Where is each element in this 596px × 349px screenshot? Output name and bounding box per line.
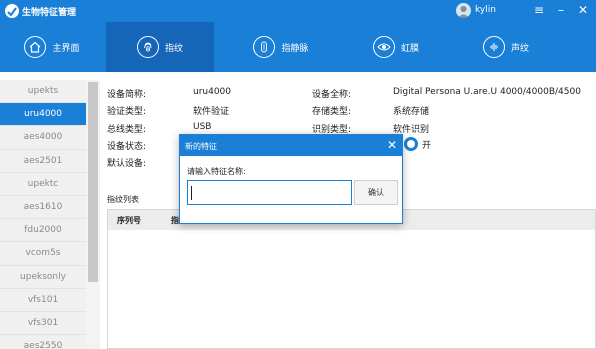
- user-name[interactable]: kylin: [475, 5, 496, 15]
- device-name-label: 设备简称:: [107, 90, 147, 100]
- confirm-button[interactable]: 确认: [354, 180, 398, 205]
- app-title: 生物特征管理: [22, 8, 77, 18]
- device-list-item[interactable]: uru4000: [0, 103, 86, 127]
- device-list-item[interactable]: vcom5s: [0, 242, 86, 266]
- main-nav: 主界面 指纹 指静脉 虹膜 声纹: [0, 22, 596, 72]
- device-status-toggle[interactable]: [404, 137, 418, 151]
- verify-type-value: 软件验证: [193, 107, 230, 117]
- tab-fingerprint-label: 指纹: [164, 43, 183, 54]
- device-name-value: uru4000: [193, 87, 232, 97]
- text-caret: [191, 186, 192, 200]
- device-status-label: 设备状态:: [107, 142, 147, 152]
- fingerprint-list-title: 指纹列表: [107, 195, 139, 204]
- storage-type-label: 存储类型:: [312, 107, 352, 117]
- device-list-item[interactable]: aes4000: [0, 126, 86, 150]
- tab-voiceprint[interactable]: 声纹: [466, 22, 546, 72]
- device-status-toggle-label: 开: [422, 141, 432, 151]
- minimize-button[interactable]: –: [552, 2, 570, 18]
- tab-iris-label: 虹膜: [400, 43, 419, 54]
- bus-type-label: 总线类型:: [107, 125, 147, 135]
- dialog-header: 新的特征 ✕: [180, 135, 402, 156]
- tab-iris[interactable]: 虹膜: [356, 22, 436, 72]
- device-list-item[interactable]: fdu2000: [0, 219, 86, 243]
- default-device-label: 默认设备:: [107, 159, 147, 169]
- tab-voiceprint-label: 声纹: [510, 43, 529, 54]
- iris-icon: [372, 36, 395, 58]
- close-button[interactable]: ✕: [574, 2, 592, 18]
- device-list: upekts uru4000 aes4000 aes2501 upektc ae…: [0, 80, 86, 349]
- fingerprint-table: 序列号 指: [107, 209, 596, 349]
- verify-type-label: 验证类型:: [107, 107, 147, 117]
- device-fullname-value: Digital Persona U.are.U 4000/4000B/4500: [393, 87, 581, 97]
- tab-home-label: 主界面: [52, 43, 80, 54]
- device-list-item[interactable]: aes2550: [0, 335, 86, 349]
- device-list-item[interactable]: upekts: [0, 80, 86, 104]
- storage-type-value: 系统存储: [393, 107, 430, 117]
- tab-finger-vein-label: 指静脉: [281, 43, 309, 54]
- device-fullname-label: 设备全称:: [312, 90, 352, 100]
- tab-home[interactable]: 主界面: [14, 22, 90, 72]
- fingerprint-icon: [136, 36, 159, 58]
- sidebar-scrollbar-thumb[interactable]: [88, 82, 98, 282]
- feature-name-input[interactable]: [187, 180, 352, 205]
- device-list-item[interactable]: aes1610: [0, 196, 86, 220]
- new-feature-dialog: 新的特征 ✕ 请输入特征名称: 确认: [179, 134, 403, 224]
- device-list-item[interactable]: aes2501: [0, 150, 86, 173]
- device-list-item[interactable]: upektc: [0, 173, 86, 196]
- tab-finger-vein[interactable]: 指静脉: [236, 22, 326, 72]
- dialog-close-icon[interactable]: ✕: [387, 138, 397, 152]
- device-list-item[interactable]: upeksonly: [0, 266, 86, 289]
- finger-vein-icon: [253, 36, 276, 58]
- column-header-serial[interactable]: 序列号: [117, 215, 141, 226]
- device-list-item[interactable]: vfs101: [0, 289, 86, 312]
- device-list-item[interactable]: vfs301: [0, 312, 86, 336]
- user-avatar[interactable]: [456, 3, 471, 18]
- title-bar: 生物特征管理 kylin ≡ – ✕: [0, 0, 596, 22]
- column-header-fingerprint[interactable]: 指: [171, 215, 179, 226]
- home-icon: [24, 36, 47, 58]
- menu-icon[interactable]: ≡: [530, 2, 548, 18]
- tab-fingerprint[interactable]: 指纹: [106, 22, 214, 72]
- voiceprint-icon: [482, 36, 505, 58]
- dialog-title: 新的特征: [185, 142, 217, 151]
- app-logo-icon: [5, 4, 19, 18]
- bus-type-value: USB: [193, 122, 212, 132]
- feature-name-prompt: 请输入特征名称:: [187, 167, 246, 176]
